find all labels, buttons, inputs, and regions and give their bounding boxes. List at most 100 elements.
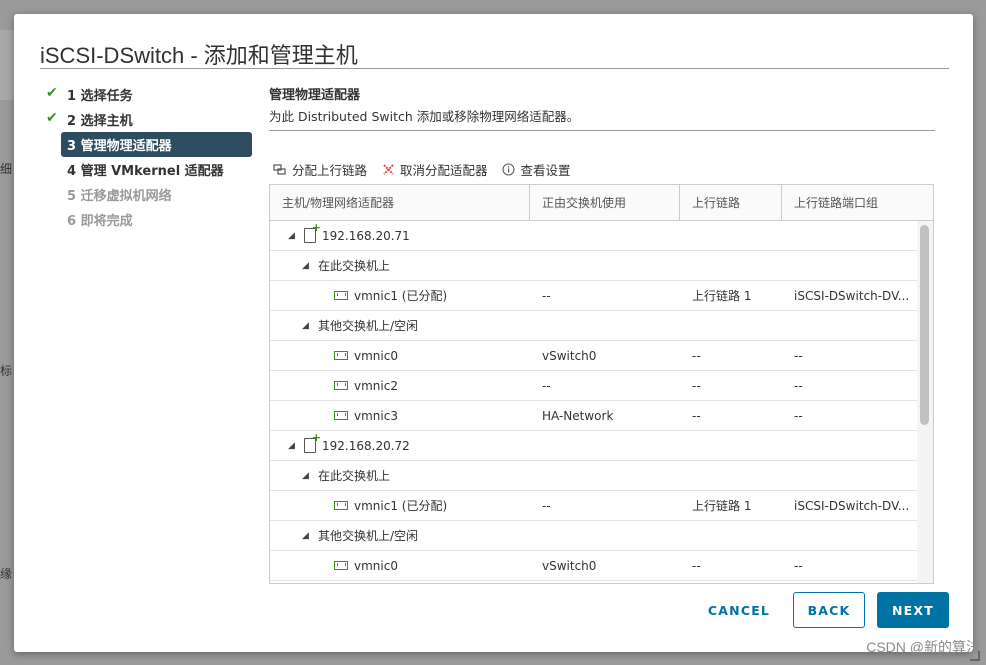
host-row[interactable]: ◢ 192.168.20.71 [270, 221, 918, 251]
cell-portgroup [782, 431, 916, 460]
step-label: 4 管理 VMkernel 适配器 [67, 164, 224, 179]
background-text: 标 [0, 364, 13, 378]
row-label: 192.168.20.71 [322, 228, 410, 243]
cell-switch [530, 521, 680, 550]
step-select-task[interactable]: ✔ 1 选择任务 [44, 82, 252, 107]
cell-switch: -- [542, 498, 551, 513]
step-manage-vmkernel-adapters[interactable]: 4 管理 VMkernel 适配器 [44, 157, 252, 182]
back-button[interactable]: BACK [793, 592, 865, 628]
next-button[interactable]: NEXT [877, 592, 949, 628]
assign-uplink-label: 分配上行链路 [292, 163, 368, 178]
row-label: vmnic2 [354, 378, 398, 393]
cell-name: vmnic0 [270, 341, 530, 370]
group-row[interactable]: ◢ 在此交换机上 [270, 461, 918, 491]
adapter-row[interactable]: vmnic2 -- -- -- [270, 371, 918, 401]
cell-name: ◢ 其他交换机上/空闲 [270, 311, 530, 340]
step-migrate-vm-networking: 5 迁移虚拟机网络 [44, 182, 252, 207]
step-label: 5 迁移虚拟机网络 [67, 189, 172, 204]
column-header-uplink[interactable]: 上行链路 [680, 185, 782, 220]
cell-uplink: -- [692, 558, 701, 573]
cell-portgroup [782, 461, 916, 490]
expand-caret-icon[interactable]: ◢ [288, 441, 296, 451]
step-manage-physical-adapters[interactable]: 3 管理物理适配器 [61, 132, 252, 157]
row-label: 在此交换机上 [318, 259, 391, 273]
column-header-host-adapter[interactable]: 主机/物理网络适配器 [270, 185, 530, 220]
cell-name: ◢ 其他交换机上/空闲 [270, 521, 530, 550]
cell-switch: HA-Network [542, 408, 614, 423]
host-row[interactable]: ◢ 192.168.20.72 [270, 431, 918, 461]
network-adapter-icon [334, 351, 348, 360]
cell-switch: -- [542, 288, 551, 303]
assign-uplink-button[interactable]: 分配上行链路 [273, 160, 367, 179]
cell-uplink: 上行链路 1 [692, 289, 752, 303]
row-label: vmnic0 [354, 348, 398, 363]
step-label: 2 选择主机 [67, 114, 133, 129]
watermark: CSDN @新的算法 [866, 639, 980, 655]
grid-header: 主机/物理网络适配器 正由交换机使用 上行链路 上行链路端口组 [270, 185, 933, 221]
scrollbar-thumb[interactable] [920, 225, 929, 425]
cell-name: ◢ 在此交换机上 [270, 251, 530, 280]
cell-switch [530, 311, 680, 340]
column-header-uplink-portgroup[interactable]: 上行链路端口组 [782, 185, 916, 220]
cell-uplink: -- [692, 408, 701, 423]
host-icon [304, 431, 321, 453]
cell-portgroup: iSCSI-DSwitch-DV... [794, 498, 910, 513]
network-adapter-icon [334, 411, 348, 420]
cell-uplink: 上行链路 1 [692, 499, 752, 513]
cell-name: ◢ 在此交换机上 [270, 461, 530, 490]
cell-uplink [680, 221, 782, 250]
row-label: 在此交换机上 [318, 469, 391, 483]
add-manage-hosts-dialog: iSCSI-DSwitch - 添加和管理主机 ✔ 1 选择任务 ✔ 2 选择主… [14, 14, 973, 652]
adapter-row[interactable]: vmnic0 vSwitch0 -- -- [270, 341, 918, 371]
expand-caret-icon[interactable]: ◢ [288, 231, 296, 241]
adapter-row[interactable]: vmnic3 HA-Network -- -- [270, 401, 918, 431]
cell-name: ◢ 192.168.20.72 [270, 431, 530, 460]
expand-caret-icon[interactable]: ◢ [302, 321, 310, 331]
assign-uplink-icon [273, 163, 287, 177]
view-settings-button[interactable]: 查看设置 [502, 160, 571, 179]
grid-scrollbar[interactable] [917, 221, 933, 583]
cell-switch [530, 431, 680, 460]
cell-name: ◢ 192.168.20.71 [270, 221, 530, 250]
cell-uplink [680, 431, 782, 460]
cell-name: vmnic1 (已分配) [270, 491, 530, 520]
network-adapter-icon [334, 381, 348, 390]
title-divider [40, 68, 949, 69]
cell-uplink [680, 461, 782, 490]
cell-portgroup: -- [794, 408, 803, 423]
section-divider [269, 130, 935, 131]
section-description: 为此 Distributed Switch 添加或移除物理网络适配器。 [269, 109, 580, 124]
adapter-toolbar: 分配上行链路 取消分配适配器 查看设置 [273, 160, 571, 179]
cell-uplink [680, 521, 782, 550]
adapter-row[interactable]: vmnic0 vSwitch0 -- -- [270, 551, 918, 581]
cell-portgroup: iSCSI-DSwitch-DV... [794, 288, 910, 303]
background-panel [0, 30, 14, 100]
step-label: 3 管理物理适配器 [67, 139, 172, 154]
group-row[interactable]: ◢ 其他交换机上/空闲 [270, 521, 918, 551]
dialog-title: iSCSI-DSwitch - 添加和管理主机 [40, 43, 358, 68]
group-row[interactable]: ◢ 在此交换机上 [270, 251, 918, 281]
column-header-in-use-by-switch[interactable]: 正由交换机使用 [530, 185, 680, 220]
expand-caret-icon[interactable]: ◢ [302, 471, 310, 481]
grid-body: ◢ 192.168.20.71 ◢ 在此交换机上 vmnic1 (已分配) -- 上行链路 … [270, 221, 918, 581]
adapter-row[interactable]: vmnic1 (已分配) -- 上行链路 1 iSCSI-DSwitch-DV... [270, 491, 918, 521]
unassign-adapter-button[interactable]: 取消分配适配器 [381, 160, 488, 179]
cancel-button[interactable]: CANCEL [697, 592, 781, 628]
resize-handle[interactable] [970, 651, 980, 661]
expand-caret-icon[interactable]: ◢ [302, 261, 310, 271]
info-icon [502, 163, 516, 177]
expand-caret-icon[interactable]: ◢ [302, 531, 310, 541]
wizard-steps: ✔ 1 选择任务 ✔ 2 选择主机 3 管理物理适配器 4 管理 VMkerne… [44, 82, 252, 232]
step-label: 6 即将完成 [67, 214, 133, 229]
cell-name: vmnic3 [270, 401, 530, 430]
step-select-hosts[interactable]: ✔ 2 选择主机 [44, 107, 252, 132]
network-adapter-icon [334, 291, 348, 300]
group-row[interactable]: ◢ 其他交换机上/空闲 [270, 311, 918, 341]
row-label: 其他交换机上/空闲 [318, 319, 419, 333]
step-ready-to-complete: 6 即将完成 [44, 207, 252, 232]
view-settings-label: 查看设置 [520, 163, 571, 178]
cell-name: vmnic1 (已分配) [270, 281, 530, 310]
check-icon: ✔ [46, 110, 58, 126]
cell-uplink: -- [692, 348, 701, 363]
adapter-row[interactable]: vmnic1 (已分配) -- 上行链路 1 iSCSI-DSwitch-DV... [270, 281, 918, 311]
